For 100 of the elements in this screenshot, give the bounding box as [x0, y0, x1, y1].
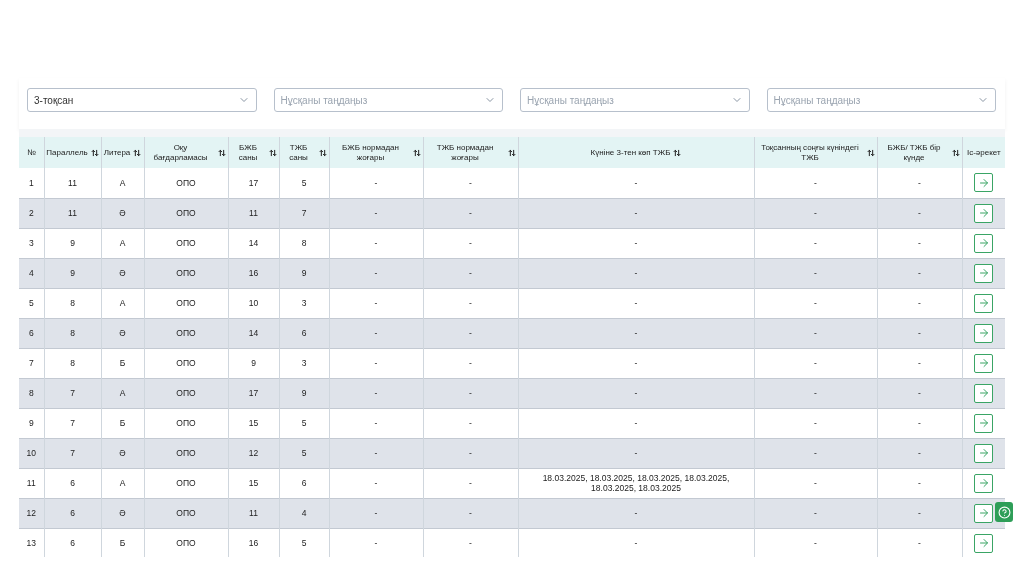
table-cell: -	[374, 297, 378, 308]
table-cell: 5	[28, 297, 34, 308]
table-cell: -	[469, 447, 472, 458]
table-cell: -	[374, 327, 378, 338]
table-cell: 8	[70, 327, 75, 338]
table-cell: 6	[70, 537, 75, 548]
table-cell: -	[918, 237, 921, 248]
table-cell: 14	[248, 237, 259, 248]
table-cell: 11	[249, 207, 258, 218]
table-cell: 5	[301, 447, 307, 458]
table-cell: Б	[119, 417, 126, 428]
column-header[interactable]: ТЖБ нормадан жоғары	[425, 143, 505, 162]
table-cell: 9	[301, 267, 307, 278]
table-cell: 15	[248, 417, 259, 428]
table-cell: -	[918, 267, 921, 278]
table-cell: Ә	[119, 267, 126, 278]
column-header[interactable]: Параллель	[46, 147, 88, 158]
table-cell: 5	[301, 177, 307, 188]
table-cell: 5	[301, 417, 307, 428]
table-cell: -	[374, 477, 378, 488]
table-cell: -	[469, 267, 472, 278]
table-cell: Ә	[119, 207, 126, 218]
table-cell: -	[814, 417, 817, 428]
column-header[interactable]: Литера	[103, 147, 131, 158]
table-cell: -	[469, 387, 472, 398]
table-cell: 7	[70, 417, 75, 428]
table-cell: 3	[301, 357, 307, 368]
table-cell: ОПО	[176, 507, 196, 518]
table-cell: -	[814, 387, 817, 398]
table-cell: -	[374, 507, 378, 518]
table-cell: -	[374, 357, 378, 368]
table-cell: -	[814, 507, 817, 518]
table-cell: -	[814, 357, 817, 368]
table-cell: 16	[248, 267, 259, 278]
table-cell: 9	[301, 387, 307, 398]
table-cell: -	[469, 297, 472, 308]
table-cell: ОПО	[176, 297, 196, 308]
table-cell: -	[374, 267, 378, 278]
table-cell: ОПО	[176, 177, 196, 188]
column-header[interactable]: БЖБ нормадан жоғары	[331, 143, 410, 162]
table-cell: -	[814, 207, 817, 218]
table-cell: -	[634, 267, 638, 278]
table-cell: А	[119, 387, 126, 398]
table-cell: А	[119, 477, 126, 488]
table-cell: 15	[248, 477, 259, 488]
table-cell: -	[634, 447, 638, 458]
table-cell: -	[374, 177, 378, 188]
table-cell: -	[634, 357, 638, 368]
table-cell: ОПО	[176, 267, 196, 278]
column-header[interactable]: БЖБ/ ТЖБ бір күнде	[879, 143, 949, 162]
table-cell: -	[918, 537, 921, 548]
table-cell: -	[634, 207, 638, 218]
table-cell: 9	[28, 417, 34, 428]
table-cell: -	[918, 387, 921, 398]
table-cell: -	[469, 177, 472, 188]
table-cell: -	[634, 297, 638, 308]
table-cell: 17	[248, 387, 259, 398]
column-header[interactable]: Оқу бағдарламасы	[146, 143, 215, 162]
table-cell: -	[374, 237, 378, 248]
table-cell: 5	[301, 537, 307, 548]
table-cell: -	[469, 477, 472, 488]
column-header[interactable]: Күніне 3-тен көп ТЖБ	[590, 147, 671, 158]
table-cell: 7	[301, 207, 307, 218]
table-cell: ОПО	[176, 417, 196, 428]
table-cell: 10	[248, 297, 259, 308]
table-cell: -	[634, 507, 638, 518]
select-field[interactable]: 3-тоқсан	[27, 88, 257, 112]
table-cell: -	[374, 537, 378, 548]
table-cell: 9	[70, 267, 75, 278]
table-cell: -	[918, 447, 921, 458]
table-cell: ОПО	[176, 477, 196, 488]
table-cell: -	[918, 297, 921, 308]
table-cell: -	[814, 267, 817, 278]
table-cell: ОПО	[176, 327, 196, 338]
table-cell: -	[814, 177, 817, 188]
table-cell: 11	[26, 477, 36, 488]
table-cell: 8	[70, 357, 75, 368]
table-cell: 11	[249, 507, 258, 518]
table-cell: -	[918, 327, 921, 338]
table-cell: -	[374, 387, 378, 398]
column-header[interactable]: ТЖБ саны	[281, 143, 316, 162]
table-cell: ОПО	[176, 357, 196, 368]
column-header[interactable]: БЖБ саны	[230, 143, 266, 162]
table-cell: -	[814, 447, 817, 458]
table-cell: 6	[70, 477, 75, 488]
table-cell: -	[814, 297, 817, 308]
table-cell: 4	[301, 507, 307, 518]
table-cell: 8	[301, 237, 307, 248]
table-cell: 13	[26, 537, 36, 548]
table-cell: А	[119, 297, 126, 308]
column-header[interactable]: Тоқсанның соңғы күніндегі ТЖБ	[756, 143, 864, 162]
table-cell: 3	[28, 237, 34, 248]
table-cell: А	[119, 177, 126, 188]
table-cell: -	[918, 357, 921, 368]
table-cell: 14	[248, 327, 259, 338]
table-cell: 12	[26, 507, 36, 518]
table-cell: 16	[248, 537, 259, 548]
table-cell: 1	[28, 177, 34, 188]
table-cell: Б	[119, 357, 126, 368]
table-cell: 7	[70, 387, 75, 398]
